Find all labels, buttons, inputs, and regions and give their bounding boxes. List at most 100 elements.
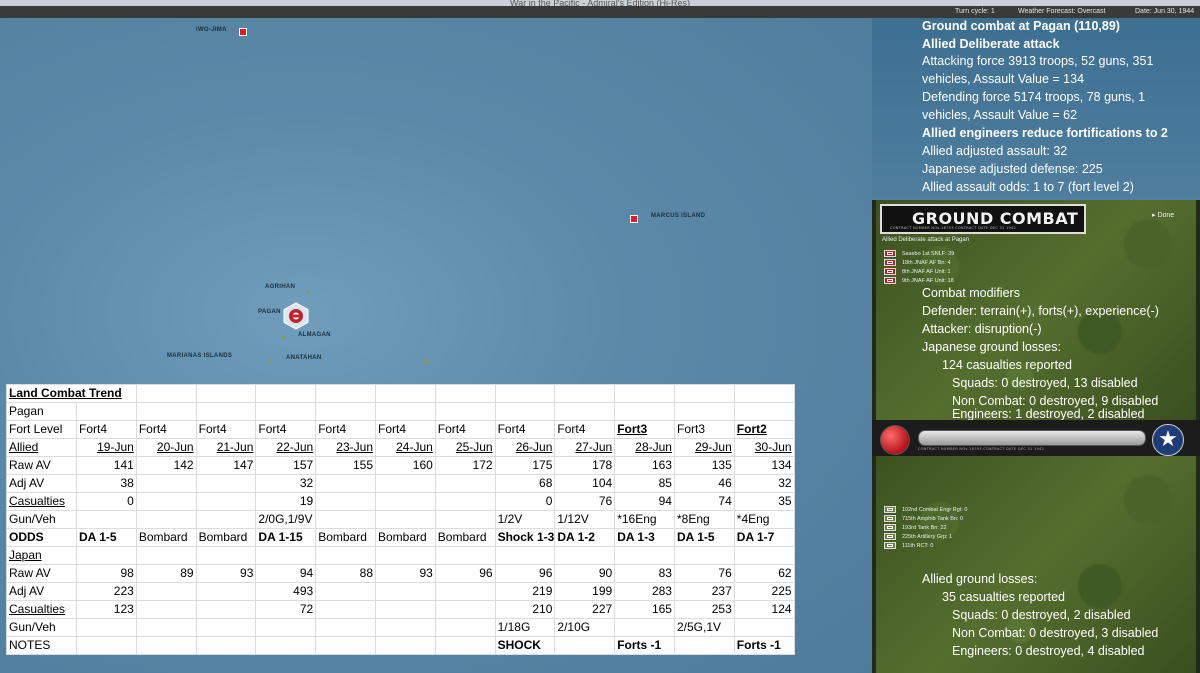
trend-cell (375, 600, 436, 619)
trend-cell: 29-Jun (673, 438, 735, 457)
al-noncombat: Non Combat: 0 destroyed, 3 disabled (952, 626, 1159, 640)
jp-casualties: 124 casualties reported (942, 358, 1072, 372)
pagan-combat-hex-icon[interactable] (282, 302, 310, 330)
trend-cell: 32 (255, 474, 317, 493)
trend-cell (733, 546, 795, 565)
jp-noncombat: Non Combat: 0 destroyed, 9 disabled (952, 394, 1159, 408)
trend-cell (315, 474, 376, 493)
trend-cell (434, 600, 496, 619)
trend-cell: Fort4 (135, 420, 197, 439)
trend-cell: 96 (434, 564, 496, 583)
trend-row: Allied 19-Jun 20-Jun 21-Jun 22-Jun 23-Jun 24-J… (6, 438, 795, 457)
trend-cell (315, 618, 376, 637)
base-marker-marcus[interactable] (630, 215, 638, 223)
defender-modifiers: Defender: terrain(+), forts(+), experien… (922, 304, 1159, 318)
trend-cell (195, 582, 257, 601)
attacker-unit-row[interactable]: 102nd Combat Engr Rgt: 0 (884, 506, 967, 515)
trend-location-row: Pagan (6, 402, 795, 421)
trend-cell: Fort2 (733, 420, 795, 439)
trend-cell (375, 582, 436, 601)
trend-cell: 22-Jun (255, 438, 317, 457)
trend-cell: Bombard (434, 528, 496, 547)
trend-cell: 165 (614, 600, 675, 619)
trend-cell: 135 (673, 456, 735, 475)
trend-cell: Fort4 (434, 420, 496, 439)
trend-cell: 210 (494, 600, 556, 619)
trend-row-label: Fort Level (6, 420, 77, 439)
trend-cell: DA 1-15 (255, 528, 317, 547)
trend-cell (375, 546, 436, 565)
trend-row: Gun/Veh 1/18G 2/10G 2/5G,1V (6, 618, 795, 637)
trend-row-label: Gun/Veh (6, 618, 77, 637)
report-line-odds: Allied assault odds: 1 to 7 (fort level … (922, 180, 1134, 194)
trend-cell (195, 546, 257, 565)
airbase-unit-icon (884, 259, 896, 266)
trend-cell: 147 (195, 456, 257, 475)
divider-contract-text: CONTRACT NUMBER NOs-18793 CONTRACT DATE … (918, 447, 1045, 451)
trend-cell: 199 (554, 582, 616, 601)
trend-row-label: Raw AV (6, 456, 77, 475)
defender-unit-row[interactable]: 18th JNAF AF Bn: 4 (884, 259, 951, 268)
combat-report-text: Ground combat at Pagan (110,89) Allied D… (872, 18, 1200, 200)
report-line-attack-type: Allied Deliberate attack (922, 37, 1060, 51)
trend-cell: 83 (614, 564, 675, 583)
report-line-adjusted-defense: Japanese adjusted defense: 225 (922, 162, 1103, 176)
trend-cell (76, 546, 137, 565)
trend-cell: Shock 1-3 (494, 528, 556, 547)
trend-cell: 227 (554, 600, 616, 619)
trend-row: Raw AV 98 89 93 94 88 93 96 96 90 83 76 62 (6, 564, 795, 583)
island-almagan (282, 336, 285, 339)
trend-cell (135, 546, 197, 565)
trend-cell: 19 (255, 492, 317, 511)
attacker-unit-label: 102nd Combat Engr Rgt: 0 (902, 506, 968, 513)
base-marker-iwo-jima[interactable] (239, 28, 247, 36)
jp-squads: Squads: 0 destroyed, 13 disabled (952, 376, 1138, 390)
trend-cell: Bombard (195, 528, 257, 547)
trend-cell: Bombard (375, 528, 436, 547)
trend-cell: DA 1-2 (554, 528, 616, 547)
trend-cell: 1/18G (494, 618, 556, 637)
trend-cell: 90 (554, 564, 616, 583)
trend-cell: 35 (733, 492, 795, 511)
defender-unit-row[interactable]: 8th JNAF AF Unit: 1 (884, 268, 951, 277)
al-casualties: 35 casualties reported (942, 590, 1065, 604)
trend-row: Casualties 0 19 0 76 94 74 35 (6, 492, 795, 511)
trend-cell: 89 (135, 564, 197, 583)
report-line-title: Ground combat at Pagan (110,89) (922, 19, 1120, 33)
report-line-attacking-force: Attacking force 3913 troops, 52 guns, 35… (922, 54, 1154, 68)
defender-unit-row[interactable]: 9th JNAF AF Unit: 18 (884, 277, 954, 286)
report-line-adjusted-assault: Allied adjusted assault: 32 (922, 144, 1068, 158)
panel-divider: CONTRACT NUMBER NOs-18793 CONTRACT DATE … (872, 420, 1200, 456)
map-label-pagan: PAGAN (258, 309, 281, 315)
done-button[interactable]: ▸ Done (1152, 211, 1174, 219)
trend-cell: 76 (673, 564, 735, 583)
trend-cell (195, 492, 257, 511)
trend-cell: 237 (673, 582, 735, 601)
done-label: Done (1157, 212, 1175, 219)
trend-cell: Fort4 (494, 420, 556, 439)
trend-cell (434, 546, 496, 565)
trend-row-label: ODDS (6, 528, 77, 547)
trend-cell: 172 (434, 456, 496, 475)
trend-cell: 68 (494, 474, 556, 493)
trend-cell: *4Eng (733, 510, 795, 529)
trend-row: NOTES SHOCK Forts -1 Forts -1 (6, 636, 795, 655)
trend-row: Raw AV 141 142 147 157 155 160 172 175 178 163 135 1… (6, 456, 795, 475)
trend-cell: 157 (255, 456, 317, 475)
japan-roundel-icon (880, 425, 910, 455)
trend-cell: 223 (76, 582, 137, 601)
allied-star-icon: ★ (1152, 424, 1184, 456)
attacker-unit-label: 193rd Tank Bn: 22 (902, 524, 947, 531)
attacker-unit-row[interactable]: 193rd Tank Bn: 22 (884, 524, 947, 533)
attacker-unit-row[interactable]: 111th RCT: 0 (884, 542, 933, 551)
defender-unit-row[interactable]: Sasebo 1st SNLF: 39 (884, 250, 954, 259)
defender-unit-label: 8th JNAF AF Unit: 1 (902, 268, 951, 275)
attacker-unit-row[interactable]: 225th Artillery Grp: 1 (884, 533, 952, 542)
status-bar: Turn cycle: 1 Weather Forecast: Overcast… (0, 6, 1200, 18)
contract-text: CONTRACT NUMBER NOs-18793 CONTRACT DATE … (890, 226, 1017, 230)
attacker-unit-row[interactable]: 715th Amphib Tank Bn: 0 (884, 515, 963, 524)
trend-cell: 0 (494, 492, 556, 511)
trend-cell: 160 (375, 456, 436, 475)
map-label-iwo-jima: IWO-JIMA (196, 27, 227, 33)
island-agrihan (307, 291, 310, 294)
